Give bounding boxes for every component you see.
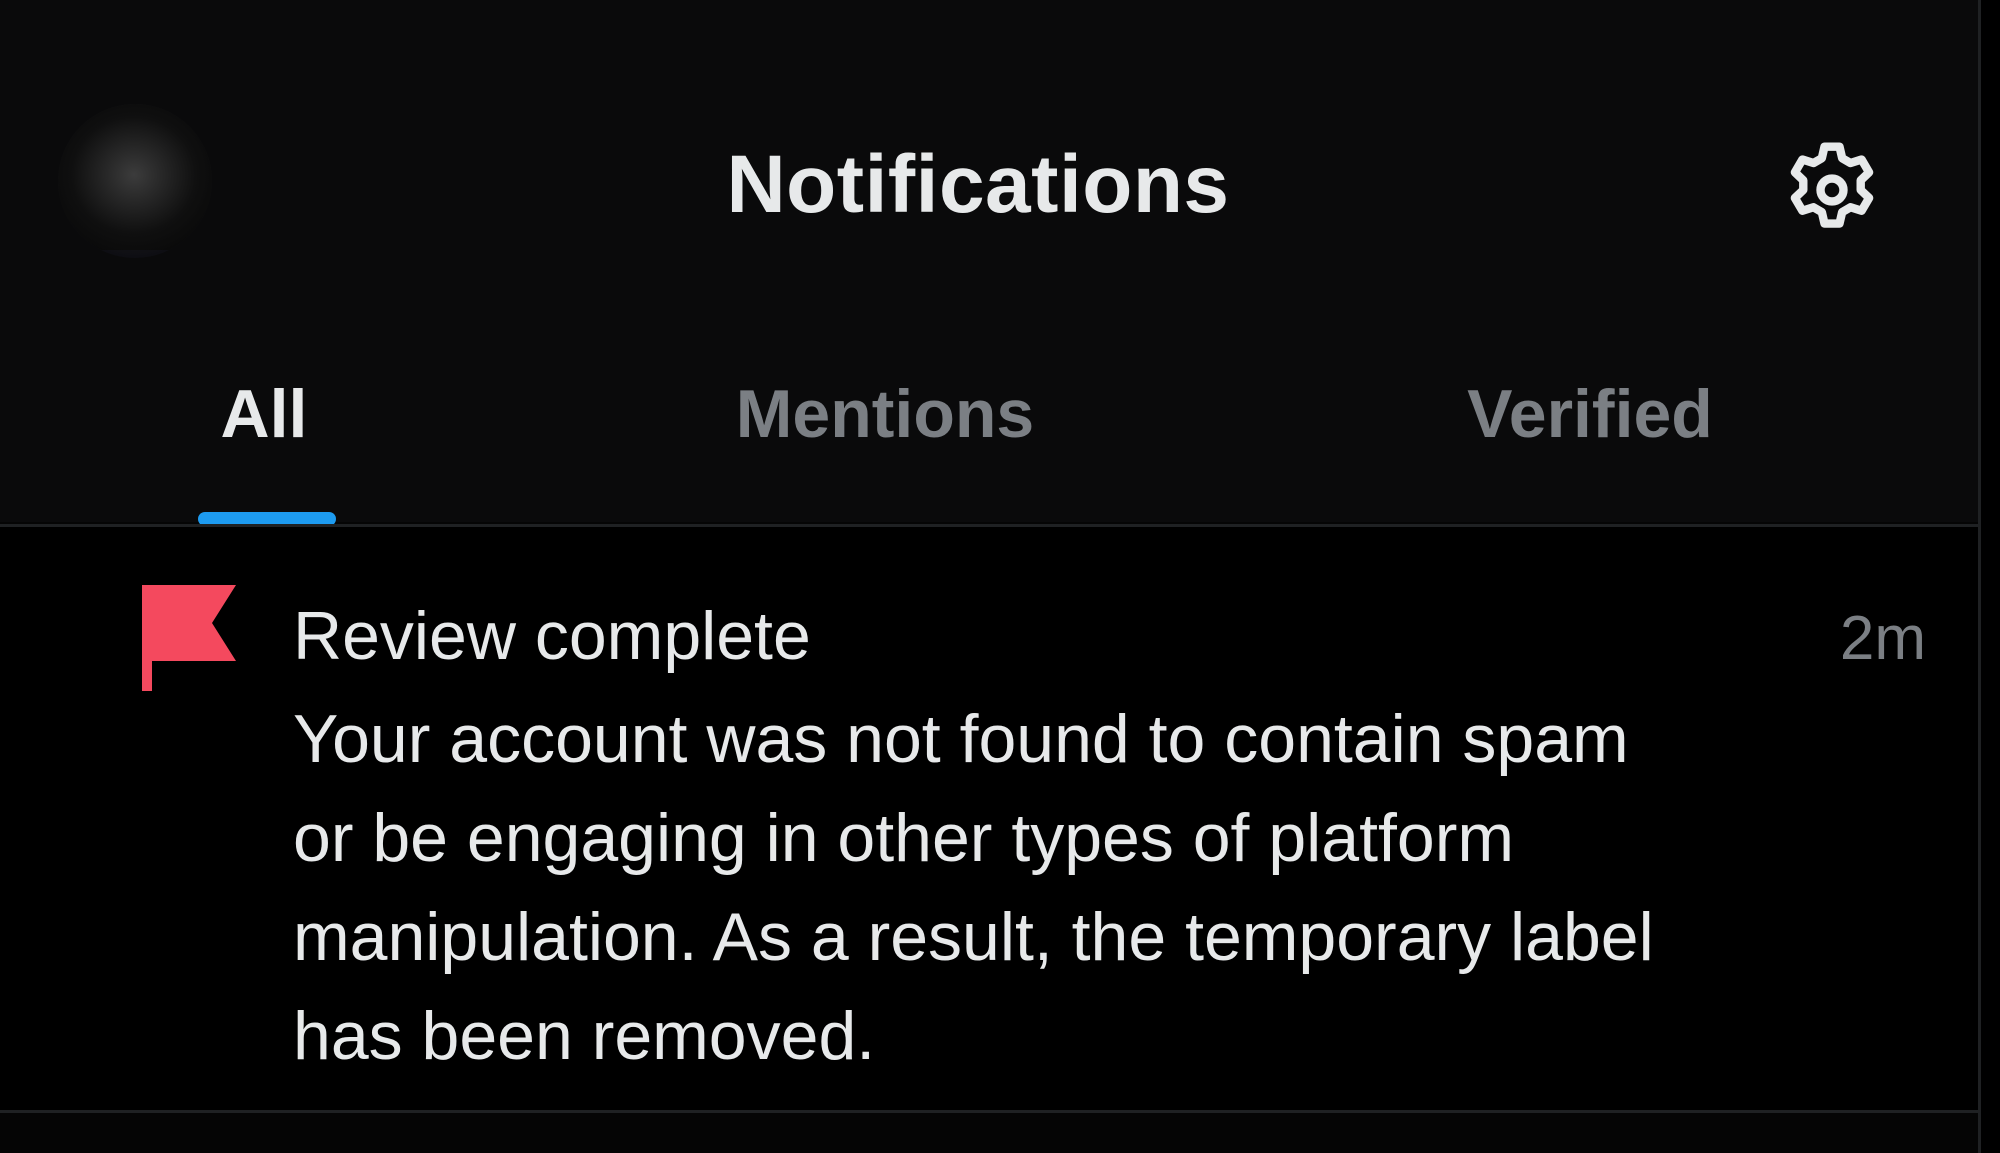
notification-item[interactable]: Review complete 2m Your account was not … [0,527,1978,1110]
tab-all[interactable]: All [180,350,348,522]
next-item-edge [0,1113,1978,1153]
tab-all-label: All [220,376,308,452]
tab-verified-label: Verified [1467,376,1713,452]
page-title: Notifications [726,139,1230,230]
notification-title: Review complete [293,598,811,674]
tab-verified[interactable]: Verified [1420,350,1760,522]
tab-mentions-label: Mentions [735,376,1035,452]
notifications-screen: Notifications All Mentions Verified Revi… [0,0,1981,1153]
tab-mentions[interactable]: Mentions [690,350,1080,522]
header: Notifications All Mentions Verified [0,0,1978,522]
settings-button[interactable] [1774,132,1890,248]
gear-icon [1790,142,1874,228]
notification-body: Your account was not found to contain sp… [293,701,1654,1074]
notification-timestamp: 2m [1839,604,1926,673]
tab-bar: All Mentions Verified [0,350,1978,522]
flag-icon [142,585,236,691]
